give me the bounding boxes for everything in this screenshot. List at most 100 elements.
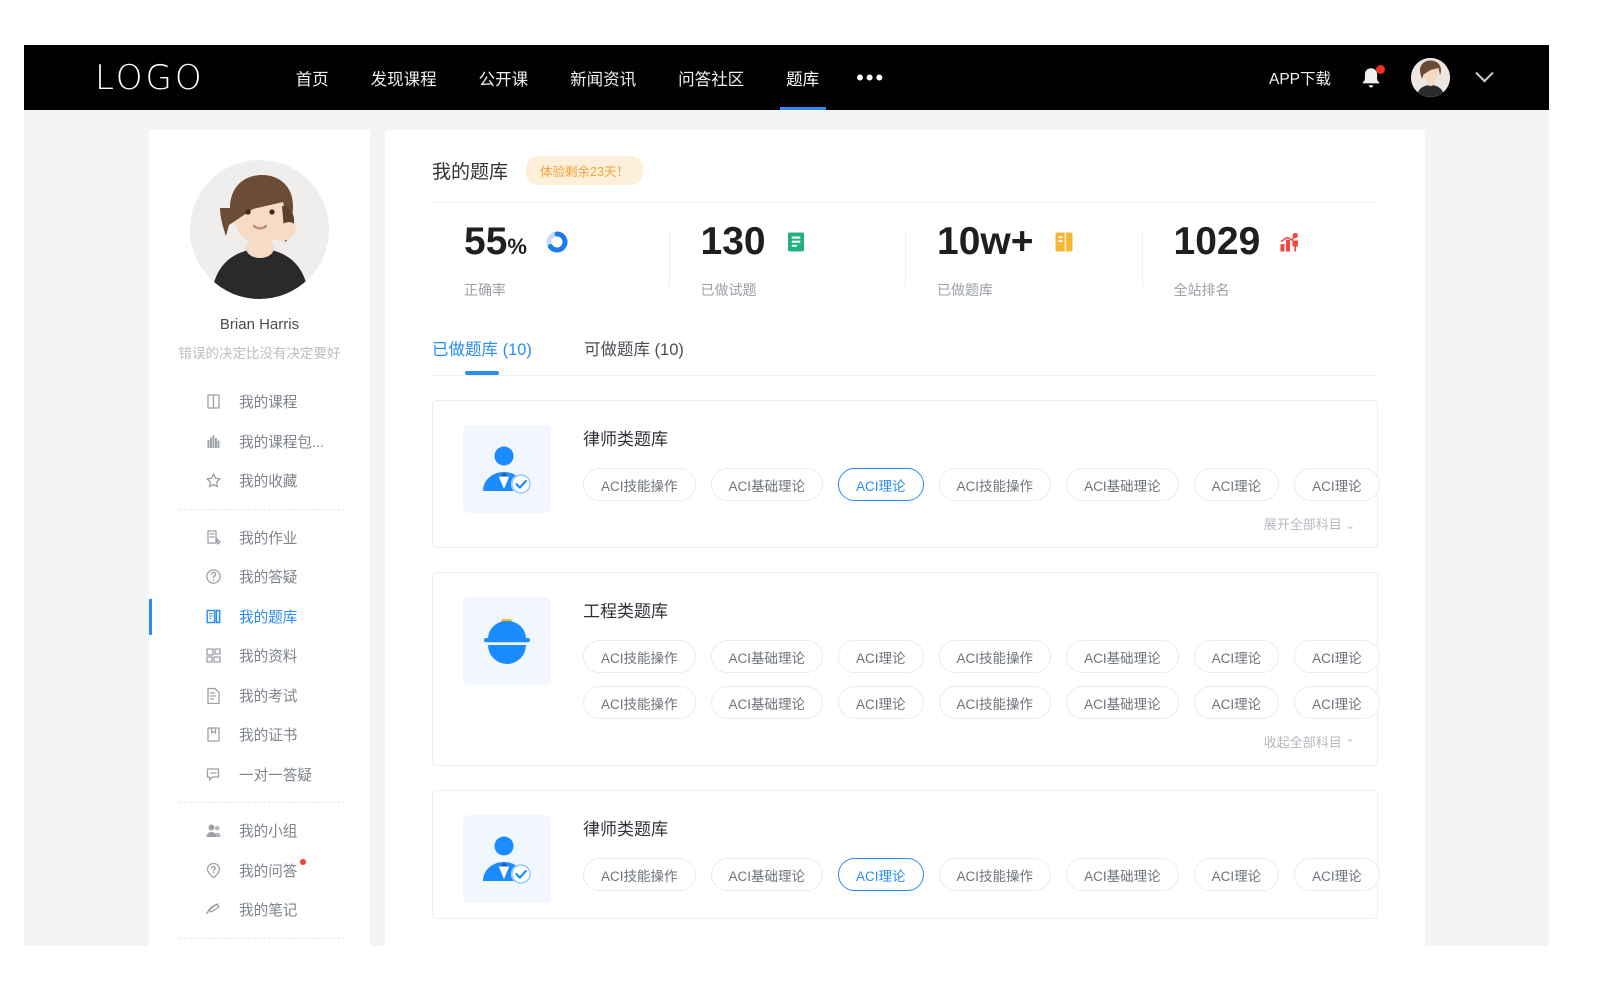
toggle-subjects-link[interactable]: 收起全部科目⌃ <box>583 732 1355 751</box>
subject-tag[interactable]: ACI理论 <box>1294 468 1380 501</box>
card-body: 律师类题库ACI技能操作ACI基础理论ACI理论ACI技能操作ACI基础理论AC… <box>583 425 1355 533</box>
lawyer-avatar-icon <box>463 815 551 903</box>
main-panel: 我的题库 体验剩余23天！ 55%正确率130已做试题10w+已做题库1029全… <box>385 130 1425 946</box>
sidebar-item-6[interactable]: 我的资料 <box>149 636 370 676</box>
sidebar-item-4[interactable]: 我的答疑 <box>149 557 370 597</box>
sidebar-item-2[interactable]: 我的收藏 <box>149 461 370 501</box>
subject-tag[interactable]: ACI理论 <box>1194 686 1280 719</box>
subject-tag[interactable]: ACI基础理论 <box>711 858 824 891</box>
stat-value: 1029 <box>1174 222 1261 261</box>
sidebar-item-label: 我的考试 <box>239 685 297 706</box>
nav-item-5[interactable]: 题库 <box>765 45 840 110</box>
nav-item-0[interactable]: 首页 <box>275 45 350 110</box>
subject-tag[interactable]: ACI基础理论 <box>1066 858 1179 891</box>
nav-item-4[interactable]: 问答社区 <box>657 45 765 110</box>
tab-1[interactable]: 可做题库 (10) <box>584 336 684 374</box>
stat-card-1: 130已做试题 <box>669 222 906 306</box>
site-header: LOGO 首页发现课程公开课新闻资讯问答社区题库 ••• APP下载 <box>24 45 1549 110</box>
app-window: LOGO 首页发现课程公开课新闻资讯问答社区题库 ••• APP下载 <box>24 45 1549 946</box>
stat-card-0: 55%正确率 <box>432 222 669 306</box>
qbank-icon <box>205 608 222 625</box>
chevron-down-icon: ⌄ <box>1346 519 1355 532</box>
panel-header: 我的题库 体验剩余23天！ <box>432 156 1378 203</box>
sidebar-item-1[interactable]: 我的课程包... <box>149 422 370 462</box>
sidebar-item-label: 我的题库 <box>239 606 297 627</box>
book-icon <box>205 393 222 410</box>
subject-tag[interactable]: ACI理论 <box>1194 640 1280 673</box>
subject-tag[interactable]: ACI技能操作 <box>583 640 696 673</box>
qbank-card-list: 律师类题库ACI技能操作ACI基础理论ACI理论ACI技能操作ACI基础理论AC… <box>432 400 1378 919</box>
subject-tag[interactable]: ACI技能操作 <box>939 468 1052 501</box>
nav-more-icon[interactable]: ••• <box>840 45 901 110</box>
subject-tag[interactable]: ACI基础理论 <box>711 686 824 719</box>
qbank-card[interactable]: 工程类题库 ACI技能操作 ACI基础理论 ACI理论 ACI技能操作 ACI基础理论 AC… <box>432 572 1378 766</box>
subject-tag[interactable]: ACI基础理论 <box>711 468 824 501</box>
chevron-down-icon[interactable] <box>1475 64 1493 82</box>
sidebar-item-9[interactable]: 一对一答疑 <box>149 755 370 795</box>
sidebar-item-label: 我的收藏 <box>239 470 297 491</box>
green-doc-icon <box>783 229 809 255</box>
profile-avatar[interactable] <box>190 160 329 299</box>
sidebar-item-5[interactable]: 我的题库 <box>149 597 370 637</box>
question-circle-icon <box>205 568 222 585</box>
subject-tag[interactable]: ACI理论 <box>838 640 924 673</box>
sidebar-item-3[interactable]: 我的作业 <box>149 518 370 558</box>
unread-dot-badge <box>300 859 306 865</box>
subject-tag[interactable]: ACI基础理论 <box>1066 686 1179 719</box>
sidebar-item-label: 我的资料 <box>239 645 297 666</box>
subject-tag[interactable]: ACI技能操作 <box>939 640 1052 673</box>
subject-tag[interactable]: ACI技能操作 <box>939 858 1052 891</box>
nav-item-3[interactable]: 新闻资讯 <box>549 45 657 110</box>
sidebar-item-label: 我的笔记 <box>239 899 297 920</box>
nav-item-2[interactable]: 公开课 <box>458 45 550 110</box>
stat-card-3: 1029 全站排名 <box>1142 222 1379 306</box>
notification-badge-dot <box>1376 65 1385 74</box>
stat-value: 55% <box>464 222 527 261</box>
sidebar-item-12[interactable]: 我的笔记 <box>149 890 370 930</box>
toggle-subjects-link[interactable]: 展开全部科目 ⌄ <box>583 514 1355 533</box>
app-download-link[interactable]: APP下载 <box>1269 67 1331 89</box>
sidebar-item-10[interactable]: 我的小组 <box>149 811 370 851</box>
trial-status-badge: 体验剩余23天！ <box>526 156 643 185</box>
subject-tag[interactable]: ACI理论 <box>1294 858 1380 891</box>
nav-item-1[interactable]: 发现课程 <box>350 45 458 110</box>
subject-tag[interactable]: ACI理论 <box>1294 686 1380 719</box>
hardhat-icon <box>463 597 551 685</box>
sidebar-item-0[interactable]: 我的课程 <box>149 382 370 422</box>
stat-label: 全站排名 <box>1174 280 1379 300</box>
subject-tag[interactable]: ACI技能操作 <box>939 686 1052 719</box>
subject-tag[interactable]: ACI技能操作 <box>583 858 696 891</box>
donut-chart-icon <box>544 229 570 255</box>
subject-tag[interactable]: ACI基础理论 <box>1066 468 1179 501</box>
card-title: 工程类题库 <box>583 597 1355 622</box>
user-avatar[interactable] <box>1411 58 1450 97</box>
tab-0[interactable]: 已做题库 (10) <box>432 336 532 374</box>
qbank-card[interactable]: 律师类题库ACI技能操作ACI基础理论ACI理论ACI技能操作ACI基础理论AC… <box>432 790 1378 919</box>
subject-tag[interactable]: ACI理论 <box>1294 640 1380 673</box>
toggle-subjects-label: 展开全部科目 <box>1264 517 1342 532</box>
tag-row: ACI技能操作ACI基础理论ACI理论ACI技能操作ACI基础理论ACI理论AC… <box>583 858 1355 891</box>
sidebar-item-11[interactable]: 我的问答 <box>149 851 370 891</box>
notification-bell-button[interactable] <box>1359 65 1383 91</box>
exam-icon <box>205 687 222 704</box>
bars-icon <box>205 433 222 450</box>
sidebar-item-8[interactable]: 我的证书 <box>149 715 370 755</box>
subject-tag[interactable]: ACI理论 <box>1194 468 1280 501</box>
sidebar-item-7[interactable]: 我的考试 <box>149 676 370 716</box>
subject-tag[interactable]: ACI基础理论 <box>1066 640 1179 673</box>
subject-tag[interactable]: ACI技能操作 <box>583 686 696 719</box>
qbank-card[interactable]: 律师类题库ACI技能操作ACI基础理论ACI理论ACI技能操作ACI基础理论AC… <box>432 400 1378 548</box>
subject-tag[interactable]: ACI基础理论 <box>711 640 824 673</box>
sidebar-item-label: 我的证书 <box>239 724 297 745</box>
subject-tag[interactable]: ACI理论 <box>1194 858 1280 891</box>
stat-number: 1029 <box>1174 220 1261 263</box>
profile-block: Brian Harris 错误的决定比没有决定要好 <box>149 160 370 362</box>
site-logo[interactable]: LOGO <box>95 61 205 95</box>
subject-tag[interactable]: ACI理论 <box>838 858 924 891</box>
subject-tag[interactable]: ACI技能操作 <box>583 468 696 501</box>
sidebar-menu: 我的课程我的课程包... 我的收藏我的作业我的答疑我的题库我的资料我的考试我的证书… <box>149 382 370 946</box>
subject-tag[interactable]: ACI理论 <box>838 686 924 719</box>
stat-label: 已做题库 <box>937 280 1142 300</box>
homework-icon <box>205 529 222 546</box>
subject-tag[interactable]: ACI理论 <box>838 468 924 501</box>
